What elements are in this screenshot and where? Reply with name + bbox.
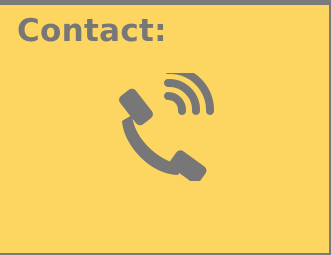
phone-ringing-icon	[119, 73, 215, 181]
contact-card: Contact:	[0, 0, 331, 255]
contact-title: Contact:	[17, 13, 167, 49]
